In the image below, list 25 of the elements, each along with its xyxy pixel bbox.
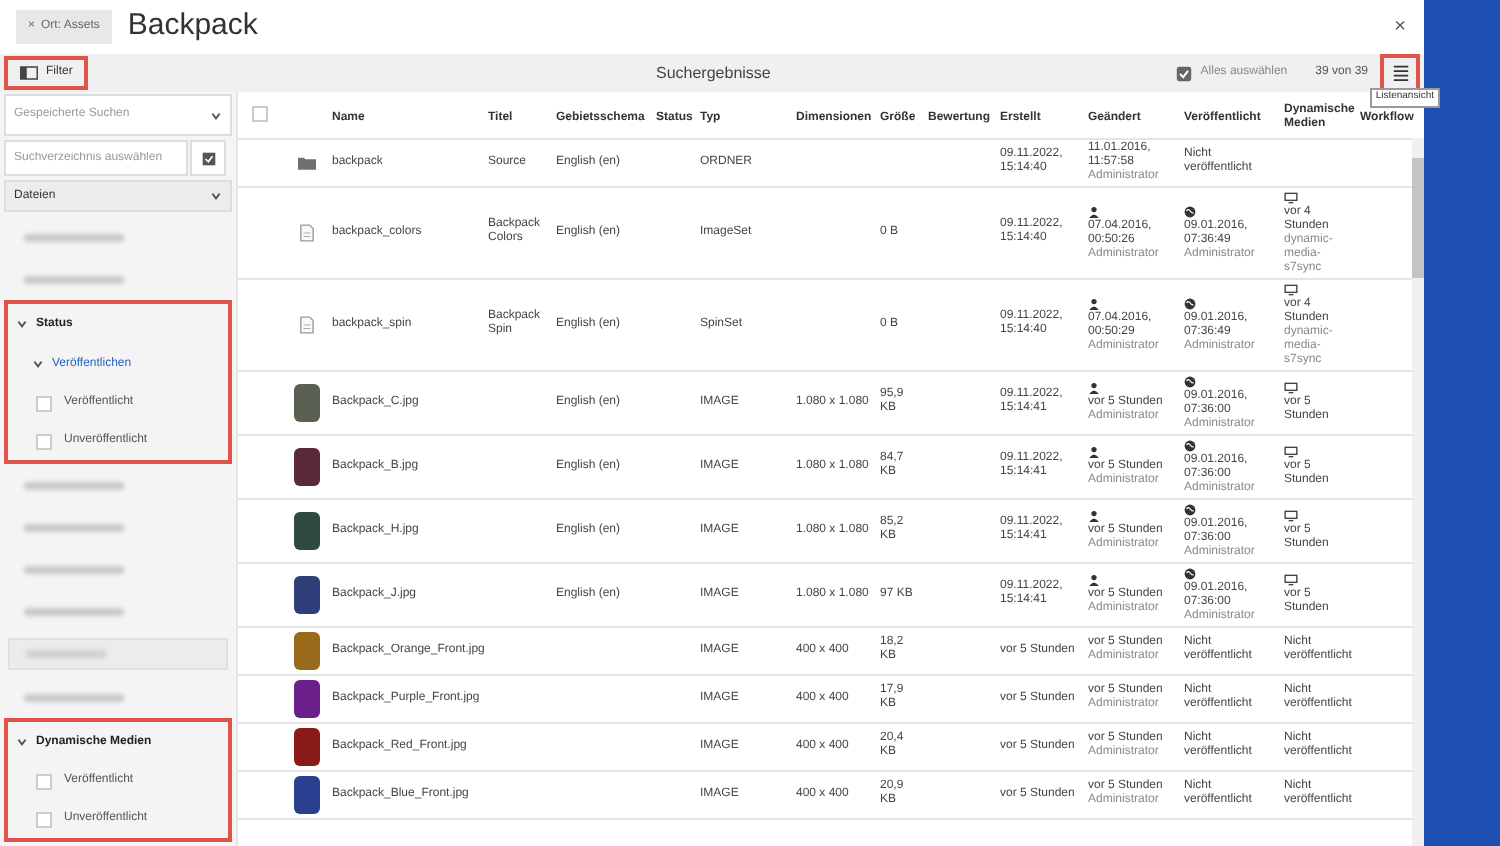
checkbox-icon <box>1176 65 1193 81</box>
blurred-text <box>24 607 124 615</box>
window-title: Backpack <box>127 6 258 47</box>
directory-picker-button[interactable] <box>190 140 226 176</box>
chevron-icon <box>210 109 222 121</box>
checkbox[interactable] <box>36 773 52 789</box>
blurred-text <box>24 523 124 531</box>
toolbar-title: Suchergebnisse <box>656 61 771 85</box>
checkbox[interactable] <box>36 395 52 411</box>
list-icon <box>1391 64 1409 82</box>
blurred-text <box>24 233 124 241</box>
checkbox[interactable] <box>36 433 52 449</box>
file-icon <box>300 223 314 241</box>
blurred-text <box>24 275 124 283</box>
close-button[interactable]: × <box>1394 12 1406 42</box>
blurred-text <box>24 481 124 489</box>
chevron-icon <box>210 190 222 202</box>
folder-icon <box>298 155 316 169</box>
panel-icon <box>20 66 38 80</box>
checkbox[interactable] <box>36 811 52 827</box>
picker-icon <box>201 151 215 165</box>
file-icon <box>300 315 314 333</box>
blurred-text <box>24 693 124 701</box>
blurred-text <box>24 565 124 573</box>
select-all-checkbox[interactable] <box>252 106 268 123</box>
